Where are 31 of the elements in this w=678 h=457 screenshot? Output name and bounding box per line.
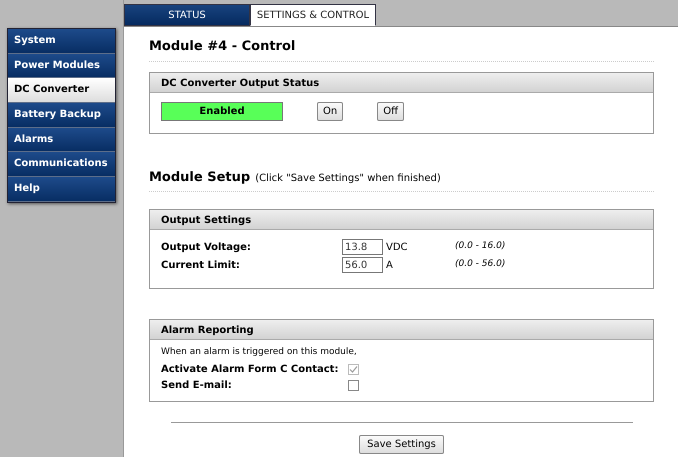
sidebar-item[interactable]: Alarms: [8, 128, 115, 152]
sidebar-item[interactable]: Help: [8, 177, 115, 202]
input-field[interactable]: 56.0: [342, 257, 383, 274]
tab[interactable]: SETTINGS & CONTROL: [250, 4, 376, 26]
intro-text: When an alarm is triggered on this module,: [161, 346, 358, 360]
unit-label: VDC: [386, 240, 409, 255]
save-settings-button[interactable]: Save Settings: [359, 434, 444, 454]
sidebar-item[interactable]: Power Modules: [8, 54, 115, 78]
sidebar-item[interactable]: System: [8, 29, 115, 54]
input-field[interactable]: 13.8: [342, 239, 383, 256]
panel-title: DC Converter Output Status: [150, 72, 653, 93]
range-text: (0.0 - 56.0): [455, 258, 506, 272]
field-label: Output Voltage:: [161, 240, 252, 255]
sidebar-item[interactable]: DC Converter: [8, 78, 115, 104]
checkbox-label: Activate Alarm Form C Contact:: [161, 363, 340, 378]
section-title: Module Setup: [149, 168, 250, 187]
range-text: (0.0 - 16.0): [455, 240, 506, 254]
checkbox-label: Send E-mail:: [161, 379, 233, 394]
tab[interactable]: STATUS: [124, 4, 250, 26]
sidebar-item[interactable]: Communications: [8, 152, 115, 178]
panel-title: Output Settings: [150, 210, 653, 230]
sidebar-item[interactable]: Battery Backup: [8, 103, 115, 128]
unit-label: A: [386, 258, 394, 273]
hint-text: (Click "Save Settings" when finished): [255, 172, 441, 186]
field-label: Current Limit:: [161, 258, 241, 273]
panel-title: Alarm Reporting: [150, 320, 653, 340]
page-title: Module #4 - Control: [149, 39, 654, 62]
on-button[interactable]: On: [317, 102, 344, 121]
off-button[interactable]: Off: [377, 102, 404, 121]
checkbox[interactable]: [348, 380, 359, 392]
status-indicator: Enabled: [161, 102, 283, 121]
